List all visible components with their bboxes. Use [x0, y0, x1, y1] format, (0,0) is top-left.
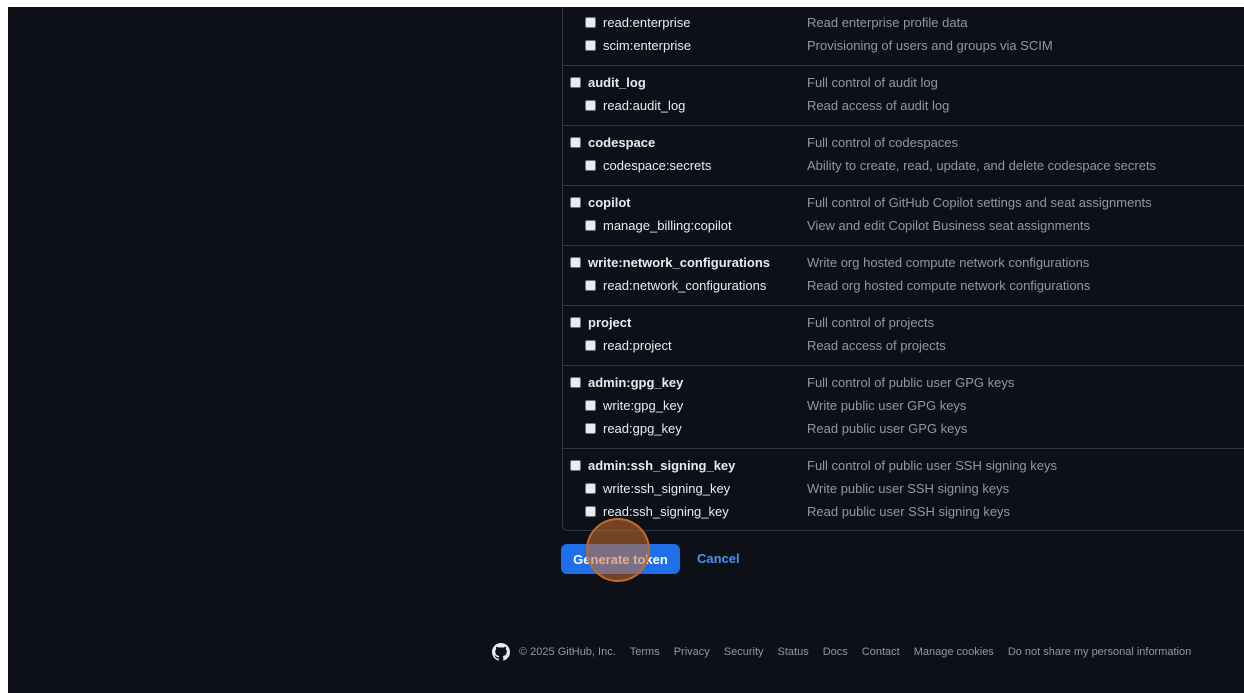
generate-token-button[interactable]: Generate token	[561, 544, 680, 574]
scope-description: Provisioning of users and groups via SCI…	[807, 38, 1053, 53]
scope-description: View and edit Copilot Business seat assi…	[807, 218, 1091, 233]
scope-description: Full control of public user SSH signing …	[807, 458, 1058, 473]
scope-row-child: read:ssh_signing_key Read public user SSH…	[563, 501, 1244, 524]
scope-name: read:project	[603, 338, 672, 353]
scope-row-child: write:gpg_key Write public user GPG keys	[563, 395, 1244, 418]
footer-copyright: © 2025 GitHub, Inc.	[519, 646, 616, 658]
scope-row-child: codespace:secrets Ability to create, read…	[563, 155, 1244, 178]
scope-description: Read org hosted compute network configur…	[807, 278, 1091, 293]
scope-name: audit_log	[588, 75, 646, 90]
scope-group: audit_log Full control of audit log read:a…	[563, 66, 1244, 126]
scope-name: read:ssh_signing_key	[603, 504, 729, 519]
scope-name: admin:ssh_signing_key	[588, 458, 736, 473]
scope-checkbox[interactable]	[585, 280, 596, 291]
cancel-button[interactable]: Cancel	[697, 544, 740, 574]
scope-group: project Full control of projects read:proj…	[563, 306, 1244, 366]
scope-description: Full control of GitHub Copilot settings …	[807, 195, 1152, 210]
scope-checkbox[interactable]	[570, 377, 581, 388]
scope-row-child: read:gpg_key Read public user GPG keys	[563, 418, 1244, 441]
scope-checkbox[interactable]	[585, 506, 596, 517]
scope-group: codespace Full control of codespaces codes…	[563, 126, 1244, 186]
scope-row-parent: audit_log Full control of audit log	[563, 72, 1244, 95]
scope-checkbox[interactable]	[585, 423, 596, 434]
page-frame: read:enterprise Read enterprise profile d…	[8, 7, 1244, 693]
scope-group: copilot Full control of GitHub Copilot se…	[563, 186, 1244, 246]
scope-row-parent: write:network_configurations Write org ho…	[563, 252, 1244, 275]
scope-name: read:network_configurations	[603, 278, 767, 293]
scope-name: manage_billing:copilot	[603, 218, 732, 233]
footer-link[interactable]: Security	[724, 646, 764, 658]
scope-description: Ability to create, read, update, and del…	[807, 158, 1157, 173]
scope-group: admin:ssh_signing_key Full control of pub…	[563, 449, 1244, 531]
footer-link[interactable]: Privacy	[674, 646, 710, 658]
scope-name: scim:enterprise	[603, 38, 692, 53]
scope-row-parent: project Full control of projects	[563, 312, 1244, 335]
scope-name: read:enterprise	[603, 15, 691, 30]
scope-name: codespace	[588, 135, 656, 150]
scope-description: Full control of public user GPG keys	[807, 375, 1015, 390]
scope-description: Read access of projects	[807, 338, 946, 353]
github-logo-icon[interactable]	[492, 643, 510, 661]
scope-description: Write public user SSH signing keys	[807, 481, 1010, 496]
scope-row-child: read:enterprise Read enterprise profile d…	[563, 12, 1244, 35]
scope-row-parent: admin:gpg_key Full control of public user…	[563, 372, 1244, 395]
scope-row-child: manage_billing:copilot View and edit Copi…	[563, 215, 1244, 238]
scope-row-parent: admin:ssh_signing_key Full control of pub…	[563, 455, 1244, 478]
scopes-table: read:enterprise Read enterprise profile d…	[562, 7, 1244, 531]
scope-description: Full control of audit log	[807, 75, 938, 90]
scope-name: admin:gpg_key	[588, 375, 684, 390]
scope-row-child: read:network_configurations Read org host…	[563, 275, 1244, 298]
scope-description: Read enterprise profile data	[807, 15, 968, 30]
scope-description: Write org hosted compute network configu…	[807, 255, 1090, 270]
scope-row-child: read:audit_log Read access of audit log	[563, 95, 1244, 118]
scope-row-parent: codespace Full control of codespaces	[563, 132, 1244, 155]
scope-group: write:network_configurations Write org ho…	[563, 246, 1244, 306]
footer-link[interactable]: Docs	[823, 646, 848, 658]
scope-checkbox[interactable]	[570, 77, 581, 88]
scope-checkbox[interactable]	[570, 257, 581, 268]
scope-description: Full control of codespaces	[807, 135, 959, 150]
scope-row-child: write:ssh_signing_key Write public user S…	[563, 478, 1244, 501]
scope-name: read:audit_log	[603, 98, 686, 113]
scope-checkbox[interactable]	[585, 160, 596, 171]
footer-link[interactable]: Contact	[862, 646, 900, 658]
footer-link[interactable]: Terms	[630, 646, 660, 658]
scope-checkbox[interactable]	[570, 317, 581, 328]
scope-checkbox[interactable]	[585, 40, 596, 51]
scope-name: project	[588, 315, 632, 330]
scope-group: admin:gpg_key Full control of public user…	[563, 366, 1244, 449]
footer-link[interactable]: Manage cookies	[914, 646, 994, 658]
scope-name: write:ssh_signing_key	[603, 481, 731, 496]
scope-name: copilot	[588, 195, 631, 210]
scope-group: read:enterprise Read enterprise profile d…	[563, 7, 1244, 66]
scope-name: codespace:secrets	[603, 158, 712, 173]
scope-name: read:gpg_key	[603, 421, 682, 436]
footer-link[interactable]: Do not share my personal information	[1008, 646, 1191, 658]
scope-checkbox[interactable]	[585, 100, 596, 111]
scope-name: write:gpg_key	[603, 398, 684, 413]
scope-checkbox[interactable]	[585, 400, 596, 411]
scope-checkbox[interactable]	[585, 483, 596, 494]
scope-row-child: read:project Read access of projects	[563, 335, 1244, 358]
scope-checkbox[interactable]	[585, 220, 596, 231]
scope-checkbox[interactable]	[570, 197, 581, 208]
scope-checkbox[interactable]	[585, 340, 596, 351]
scope-description: Read public user GPG keys	[807, 421, 968, 436]
scope-description: Read access of audit log	[807, 98, 950, 113]
scope-row-child: scim:enterprise Provisioning of users and…	[563, 35, 1244, 58]
scope-description: Full control of projects	[807, 315, 935, 330]
scope-description: Write public user GPG keys	[807, 398, 967, 413]
scope-checkbox[interactable]	[585, 17, 596, 28]
scope-description: Read public user SSH signing keys	[807, 504, 1011, 519]
scope-name: write:network_configurations	[588, 255, 771, 270]
scope-row-parent: copilot Full control of GitHub Copilot se…	[563, 192, 1244, 215]
footer-link[interactable]: Status	[778, 646, 809, 658]
scope-checkbox[interactable]	[570, 460, 581, 471]
site-footer: © 2025 GitHub, Inc. Terms Privacy Security…	[492, 643, 1191, 661]
scope-checkbox[interactable]	[570, 137, 581, 148]
